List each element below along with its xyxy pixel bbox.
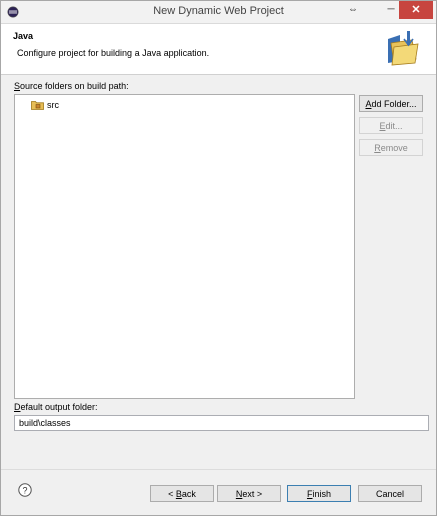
list-item[interactable]: src	[31, 98, 59, 112]
footer-divider	[1, 469, 436, 470]
title-bar[interactable]: New Dynamic Web Project ⇔ ─ ✕	[1, 1, 436, 24]
close-button[interactable]: ✕	[399, 1, 433, 19]
cancel-button[interactable]: Cancel	[358, 485, 422, 502]
minimize-button[interactable]: ─	[383, 1, 399, 19]
add-folder-button[interactable]: Add Folder...	[359, 95, 423, 112]
edit-button[interactable]: Edit...	[359, 117, 423, 134]
svg-text:?: ?	[22, 485, 27, 495]
default-output-folder-label: Default output folder:	[14, 402, 98, 412]
page-description: Configure project for building a Java ap…	[17, 48, 210, 58]
new-project-folder-icon	[388, 31, 419, 66]
remove-button[interactable]: Remove	[359, 139, 423, 156]
next-button[interactable]: Next >	[217, 485, 281, 502]
source-folders-label: Source folders on build path:	[14, 81, 129, 91]
finish-button[interactable]: Finish	[287, 485, 351, 502]
package-folder-icon	[31, 101, 44, 110]
window-title: New Dynamic Web Project	[153, 5, 284, 17]
output-folder-field[interactable]: build\classes	[14, 415, 429, 431]
wizard-header: Java Configure project for building a Ja…	[1, 24, 436, 75]
page-title: Java	[13, 31, 34, 41]
source-folders-list[interactable]: src	[14, 94, 355, 399]
restore-icon[interactable]: ⇔	[345, 1, 361, 19]
help-icon[interactable]: ?	[18, 483, 32, 497]
list-item-label: src	[47, 100, 59, 110]
dialog-window: New Dynamic Web Project ⇔ ─ ✕ Java Confi…	[0, 0, 437, 516]
back-button[interactable]: < Back	[150, 485, 214, 502]
